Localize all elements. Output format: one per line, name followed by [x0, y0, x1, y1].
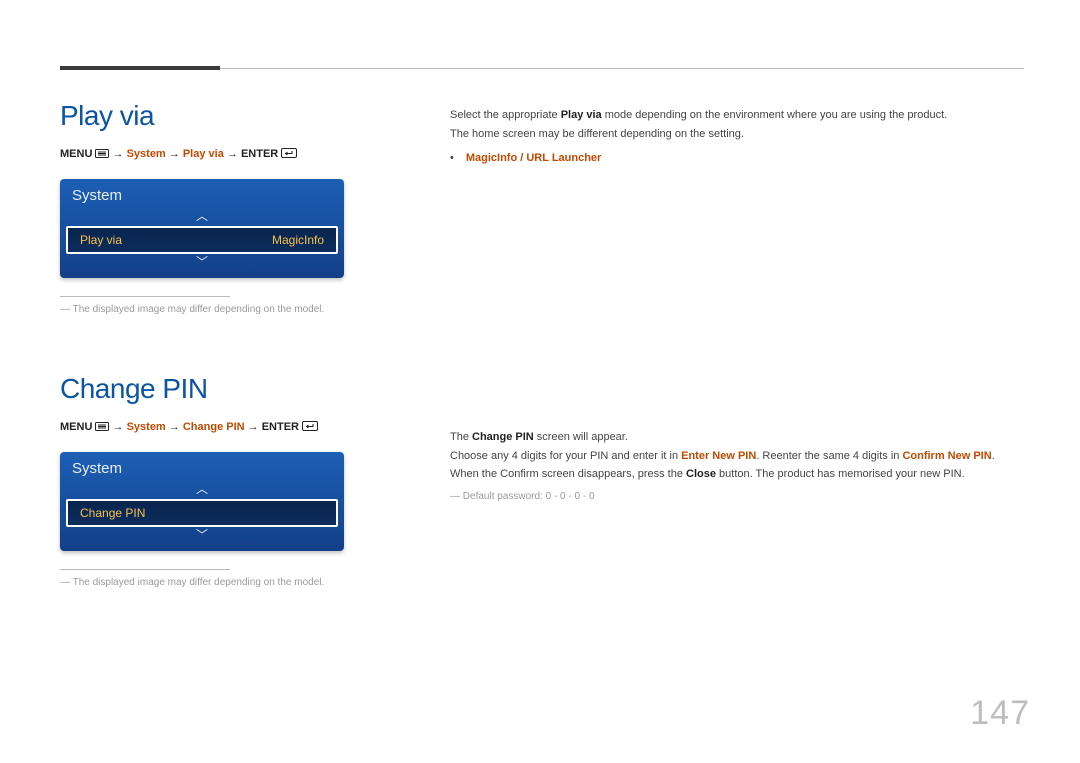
changepin-title: Change PIN — [60, 373, 390, 405]
text: . Reenter the same 4 digits in — [756, 450, 902, 462]
playvia-footnote: The displayed image may differ depending… — [60, 303, 390, 317]
osd-spacer — [60, 272, 344, 278]
default-password-note: Default password: 0 - 0 - 0 - 0 — [450, 490, 1024, 504]
osd-item-label: Change PIN — [80, 506, 145, 520]
enter-label: ENTER — [241, 148, 281, 160]
enter-icon — [302, 421, 318, 434]
header-marker — [60, 66, 220, 70]
playvia-option-row: • MagicInfo / URL Launcher — [450, 149, 1024, 168]
osd-selected-item: Play via MagicInfo — [66, 226, 338, 254]
path-system: System — [127, 148, 166, 160]
menu-label: MENU — [60, 421, 95, 433]
changepin-menu-path: MENU → System → Change PIN → ENTER — [60, 421, 390, 434]
chevron-down-icon: ﹀ — [196, 254, 208, 270]
osd-spacer — [60, 545, 344, 551]
path-item: Play via — [183, 148, 224, 160]
osd-item-value: MagicInfo — [272, 233, 324, 247]
bullet-icon: • — [450, 149, 454, 168]
path-arrow: → — [224, 148, 241, 160]
chevron-up-icon: ︿ — [196, 208, 208, 224]
text: Select the appropriate — [450, 109, 561, 121]
playvia-desc1: Select the appropriate Play via mode dep… — [450, 106, 1024, 125]
changepin-p3: When the Confirm screen disappears, pres… — [450, 465, 1024, 484]
confirm-new-pin: Confirm New PIN — [902, 450, 991, 462]
content-columns: Play via MENU → System → Play via → ENTE… — [60, 68, 1024, 590]
text: mode depending on the environment where … — [602, 109, 948, 121]
menu-icon — [95, 422, 109, 434]
changepin-p2: Choose any 4 digits for your PIN and ent… — [450, 447, 1024, 466]
page-number: 147 — [970, 694, 1030, 733]
path-arrow: → — [166, 421, 183, 433]
text: When the Confirm screen disappears, pres… — [450, 468, 686, 480]
changepin-bold: Change PIN — [472, 431, 534, 443]
changepin-footnote: The displayed image may differ depending… — [60, 576, 390, 590]
path-system: System — [127, 421, 166, 433]
right-column: Select the appropriate Play via mode dep… — [450, 100, 1024, 590]
text: . — [992, 450, 995, 462]
menu-icon — [95, 149, 109, 161]
footnote-divider — [60, 569, 230, 570]
osd-down-row: ﹀ — [60, 527, 344, 545]
osd-down-row: ﹀ — [60, 254, 344, 272]
changepin-p1: The Change PIN screen will appear. — [450, 428, 1024, 447]
chevron-up-icon: ︿ — [196, 481, 208, 497]
left-column: Play via MENU → System → Play via → ENTE… — [60, 100, 390, 590]
vertical-gap — [450, 168, 1024, 428]
path-arrow: → — [245, 421, 262, 433]
path-arrow: → — [166, 148, 183, 160]
osd-selected-item: Change PIN — [66, 499, 338, 527]
path-item: Change PIN — [183, 421, 245, 433]
enter-label: ENTER — [262, 421, 302, 433]
close-bold: Close — [686, 468, 716, 480]
enter-new-pin: Enter New PIN — [681, 450, 756, 462]
playvia-osd: System ︿ Play via MagicInfo ﹀ — [60, 179, 344, 278]
text: screen will appear. — [534, 431, 628, 443]
text: Choose any 4 digits for your PIN and ent… — [450, 450, 681, 462]
changepin-block: Change PIN MENU → System → Change PIN → … — [60, 373, 390, 590]
osd-item-label: Play via — [80, 233, 122, 247]
page: Play via MENU → System → Play via → ENTE… — [0, 0, 1080, 763]
playvia-menu-path: MENU → System → Play via → ENTER — [60, 148, 390, 161]
changepin-osd: System ︿ Change PIN ﹀ — [60, 452, 344, 551]
osd-up-row: ︿ — [60, 208, 344, 226]
playvia-bold: Play via — [561, 109, 602, 121]
menu-label: MENU — [60, 148, 95, 160]
path-arrow: → — [109, 148, 126, 160]
osd-up-row: ︿ — [60, 481, 344, 499]
footnote-divider — [60, 296, 230, 297]
playvia-option: MagicInfo / URL Launcher — [466, 149, 601, 168]
playvia-desc2: The home screen may be different dependi… — [450, 125, 1024, 144]
osd-header: System — [60, 452, 344, 481]
enter-icon — [281, 148, 297, 161]
osd-header: System — [60, 179, 344, 208]
path-arrow: → — [109, 421, 126, 433]
text: The — [450, 431, 472, 443]
text: button. The product has memorised your n… — [716, 468, 965, 480]
chevron-down-icon: ﹀ — [196, 527, 208, 543]
playvia-title: Play via — [60, 100, 390, 132]
